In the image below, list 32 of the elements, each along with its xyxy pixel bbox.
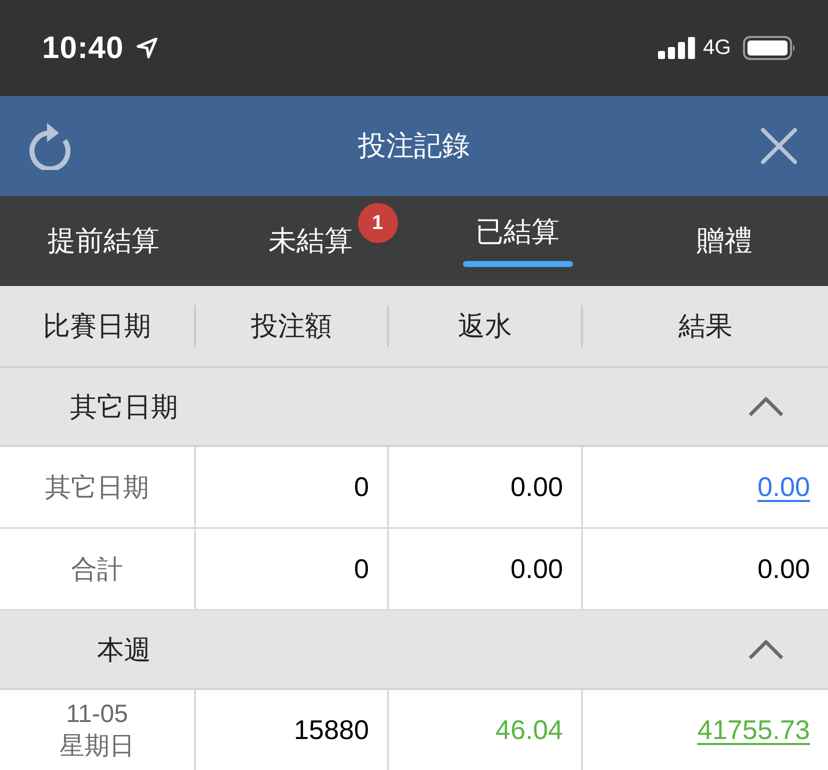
- close-button[interactable]: [761, 128, 797, 164]
- location-arrow-icon: [136, 37, 158, 59]
- section-title: 本週: [96, 634, 152, 666]
- table-cell: 0: [194, 447, 387, 527]
- weekday-label: 星期日: [60, 731, 134, 762]
- page-title: 投注記錄: [357, 129, 471, 163]
- section-header[interactable]: 其它日期: [0, 368, 828, 447]
- table-cell-text: 合計: [70, 552, 124, 586]
- column-header: 比賽日期: [42, 310, 152, 343]
- network-label: 4G: [702, 36, 731, 60]
- tab[interactable]: 已結算: [462, 215, 572, 267]
- table-cell: 46.04: [387, 690, 581, 770]
- battery-icon: [743, 36, 796, 60]
- section-header[interactable]: 本週: [0, 611, 828, 690]
- table-cell: 0.00: [387, 529, 581, 609]
- table-cell-text: 其它日期: [44, 470, 150, 504]
- column-header: 結果: [581, 305, 828, 347]
- column-header: 投注額: [194, 305, 387, 347]
- table-cell: 15880: [194, 690, 387, 770]
- table-cell: 0.00: [387, 447, 581, 527]
- close-icon: [761, 128, 797, 164]
- tab[interactable]: 提前結算: [48, 224, 160, 258]
- status-time: 10:40: [42, 30, 124, 66]
- table-cell: 0: [194, 529, 387, 609]
- count-badge: 1: [358, 203, 398, 243]
- column-header: 返水: [387, 305, 581, 347]
- table-cell: 0.00: [581, 529, 828, 609]
- signal-bars-icon: [658, 37, 695, 59]
- tab[interactable]: 贈禮: [696, 224, 752, 258]
- section-title: 其它日期: [69, 390, 179, 424]
- date-label: 11-05: [66, 699, 128, 730]
- result-link[interactable]: 0.00: [757, 472, 810, 502]
